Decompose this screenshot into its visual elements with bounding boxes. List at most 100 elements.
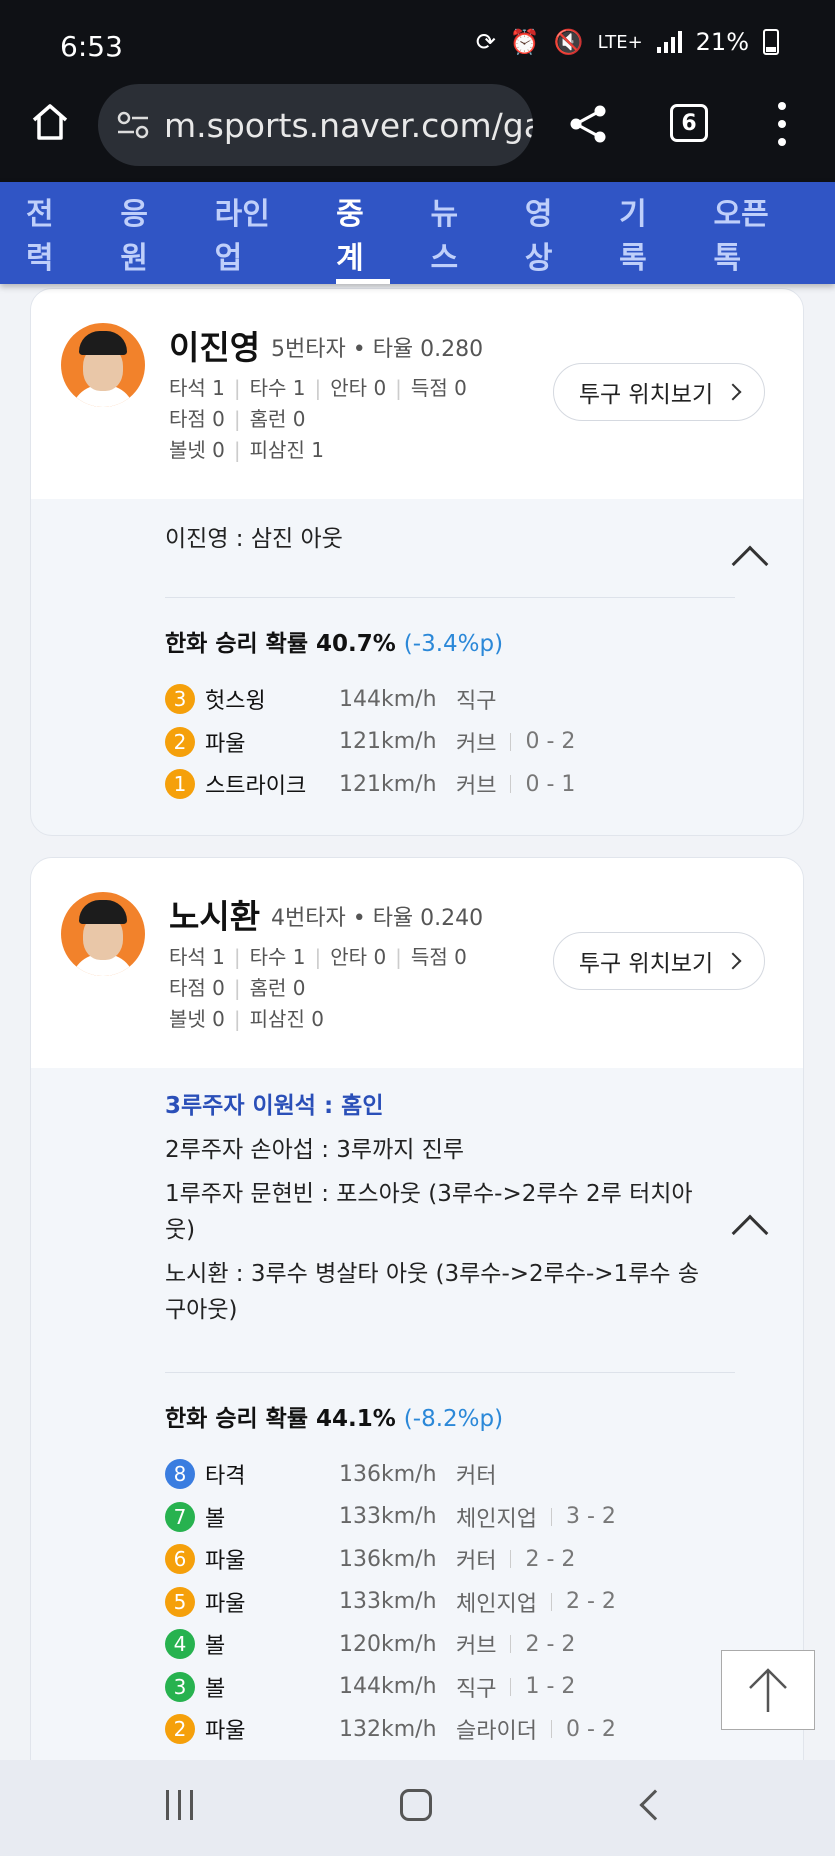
pitch-number-badge: 2 xyxy=(165,726,195,757)
pitch-number-badge: 2 xyxy=(165,1714,195,1745)
player-name: 이진영 xyxy=(169,328,261,367)
pitch-number-badge: 3 xyxy=(165,1671,195,1702)
ball-count: 2 - 2 xyxy=(537,1589,616,1614)
at-bat-card: 이진영 5번타자 • 타율 0.280 타석 1 | 타수 1 | 안타 0 | 득점 0 … xyxy=(30,288,804,836)
result-line: 2루주자 손아섭 : 3루까지 진루 xyxy=(165,1137,465,1163)
win-probability: 한화 승리 확률 40.7% (-3.4%p) xyxy=(165,631,504,657)
pitch-row: 6 파울 136km/h 커터 2 - 2 xyxy=(165,1538,803,1581)
result-line: 이진영 : 삼진 아웃 xyxy=(165,526,343,552)
avatar xyxy=(61,892,145,976)
tab-news[interactable]: 뉴스 xyxy=(430,182,484,284)
address-bar[interactable]: m.sports.naver.com/gai xyxy=(98,84,533,166)
pitch-location-button[interactable]: 투구 위치보기 xyxy=(553,363,765,421)
pitch-type: 직구 xyxy=(456,1676,497,1702)
tab-live[interactable]: 중계 xyxy=(336,182,391,284)
pitch-list: 8 타격 136km/h 커터 7 볼 133km/h 체인지업 3 - 2 6 파울 136km/h… xyxy=(165,1453,803,1751)
more-menu-icon[interactable] xyxy=(778,102,786,146)
pitch-speed: 136km/h xyxy=(339,1461,437,1487)
pitch-number-badge: 5 xyxy=(165,1586,195,1617)
pitch-row: 2 파울 121km/h 커브 0 - 2 xyxy=(165,721,803,764)
home-icon[interactable] xyxy=(28,100,72,144)
ball-count: 2 - 2 xyxy=(496,1547,575,1572)
scroll-top-button[interactable] xyxy=(721,1650,815,1730)
share-icon[interactable] xyxy=(566,102,610,146)
play-result: 이진영 : 삼진 아웃 한화 승리 확률 40.7% (-3.4%p) 3 헛스윙… xyxy=(31,499,803,806)
pitch-row: 4 볼 120km/h 커브 2 - 2 xyxy=(165,1623,803,1666)
at-bat-card: 노시환 4번타자 • 타율 0.240 타석 1 | 타수 1 | 안타 0 | 득점 0 … xyxy=(30,857,804,1856)
ball-count: 0 - 2 xyxy=(496,729,575,754)
pitch-result: 파울 xyxy=(205,1719,246,1745)
batting-order: 4번타자 • 타율 0.240 xyxy=(271,906,484,931)
game-tab-nav: 전력 응원 라인업 중계 뉴스 영상 기록 오픈톡 xyxy=(0,182,835,284)
pitch-location-button[interactable]: 투구 위치보기 xyxy=(553,932,765,990)
pitch-speed: 133km/h xyxy=(339,1589,437,1615)
pitch-type: 체인지업 xyxy=(456,1591,537,1617)
pitch-type: 커터 xyxy=(456,1549,497,1575)
pitch-speed: 144km/h xyxy=(339,686,437,712)
pitch-row: 5 파울 133km/h 체인지업 2 - 2 xyxy=(165,1581,803,1624)
pitch-number-badge: 3 xyxy=(165,684,195,715)
back-icon[interactable] xyxy=(639,1789,671,1821)
pitch-row: 2 파울 132km/h 슬라이더 0 - 2 xyxy=(165,1708,803,1751)
pitch-speed: 132km/h xyxy=(339,1716,437,1742)
pitch-type: 슬라이더 xyxy=(456,1719,537,1745)
batter-header: 노시환 4번타자 • 타율 0.240 타석 1 | 타수 1 | 안타 0 | 득점 0 … xyxy=(31,858,803,1068)
pitch-speed: 136km/h xyxy=(339,1546,437,1572)
tab-cheer[interactable]: 응원 xyxy=(120,182,174,284)
pitch-row: 1 스트라이크 121km/h 커브 0 - 1 xyxy=(165,763,803,806)
tab-strength[interactable]: 전력 xyxy=(26,182,80,284)
chevron-right-icon xyxy=(724,952,742,970)
pitch-type: 커브 xyxy=(456,1634,497,1660)
pitch-type: 체인지업 xyxy=(456,1506,537,1532)
tab-switcher-button[interactable]: 6 xyxy=(670,104,708,142)
pitch-result: 볼 xyxy=(205,1506,226,1532)
pitch-number-badge: 4 xyxy=(165,1629,195,1660)
pitch-result: 파울 xyxy=(205,731,246,757)
url-row: m.sports.naver.com/gai 6 xyxy=(0,84,835,180)
collapse-icon[interactable] xyxy=(731,1214,769,1252)
recent-apps-icon[interactable] xyxy=(166,1790,193,1820)
status-bar: 6:53 ⟳ ⏰ 🔇 LTE+ 21% xyxy=(0,0,835,90)
pitch-result: 타격 xyxy=(205,1464,246,1490)
ball-count: 1 - 2 xyxy=(496,1674,575,1699)
batting-order: 5번타자 • 타율 0.280 xyxy=(271,337,484,362)
tab-lineup[interactable]: 라인업 xyxy=(215,182,297,284)
pitch-result: 볼 xyxy=(205,1634,226,1660)
battery-icon xyxy=(763,29,779,55)
pitch-result: 파울 xyxy=(205,1591,246,1617)
chevron-right-icon xyxy=(724,383,742,401)
pitch-speed: 133km/h xyxy=(339,1504,437,1530)
pitch-number-badge: 8 xyxy=(165,1459,195,1490)
tab-video[interactable]: 영상 xyxy=(525,182,579,284)
home-button-icon[interactable] xyxy=(400,1789,432,1821)
sync-icon: ⟳ xyxy=(475,28,496,56)
pitch-speed: 121km/h xyxy=(339,729,437,755)
pitch-number-badge: 7 xyxy=(165,1501,195,1532)
signal-icon xyxy=(656,31,682,53)
tab-records[interactable]: 기록 xyxy=(619,182,673,284)
pitch-row: 3 헛스윙 144km/h 직구 xyxy=(165,678,803,721)
pitch-type: 커브 xyxy=(456,731,497,757)
battery-level: 21% xyxy=(695,28,749,56)
ball-count: 0 - 2 xyxy=(537,1717,616,1742)
clock: 6:53 xyxy=(60,30,123,63)
batter-header: 이진영 5번타자 • 타율 0.280 타석 1 | 타수 1 | 안타 0 | 득점 0 … xyxy=(31,289,803,499)
avatar xyxy=(61,323,145,407)
ball-count: 2 - 2 xyxy=(496,1632,575,1657)
result-line: 노시환 : 3루수 병살타 아웃 (3루수->2루수->1루수 송구아웃) xyxy=(165,1261,699,1323)
network-label: LTE+ xyxy=(597,31,643,53)
pitch-result: 볼 xyxy=(205,1676,226,1702)
pitch-result: 스트라이크 xyxy=(205,774,307,800)
ball-count: 3 - 2 xyxy=(537,1504,616,1529)
pitch-speed: 121km/h xyxy=(339,771,437,797)
pitch-speed: 144km/h xyxy=(339,1674,437,1700)
pitch-speed: 120km/h xyxy=(339,1631,437,1657)
win-probability: 한화 승리 확률 44.1% (-8.2%p) xyxy=(165,1406,504,1432)
divider xyxy=(165,1372,735,1373)
play-result: 3루주자 이원석 : 홈인 2루주자 손아섭 : 3루까지 진루 1루주자 문현… xyxy=(31,1068,803,1751)
collapse-icon[interactable] xyxy=(731,545,769,583)
player-stats: 타석 1 | 타수 1 | 안타 0 | 득점 0 타점 0 | 홈런 0 볼넷 0 | 피삼진 0 xyxy=(169,945,467,1031)
tab-opentalk[interactable]: 오픈톡 xyxy=(713,182,795,284)
pitch-row: 3 볼 144km/h 직구 1 - 2 xyxy=(165,1666,803,1709)
site-settings-icon[interactable] xyxy=(116,111,150,139)
